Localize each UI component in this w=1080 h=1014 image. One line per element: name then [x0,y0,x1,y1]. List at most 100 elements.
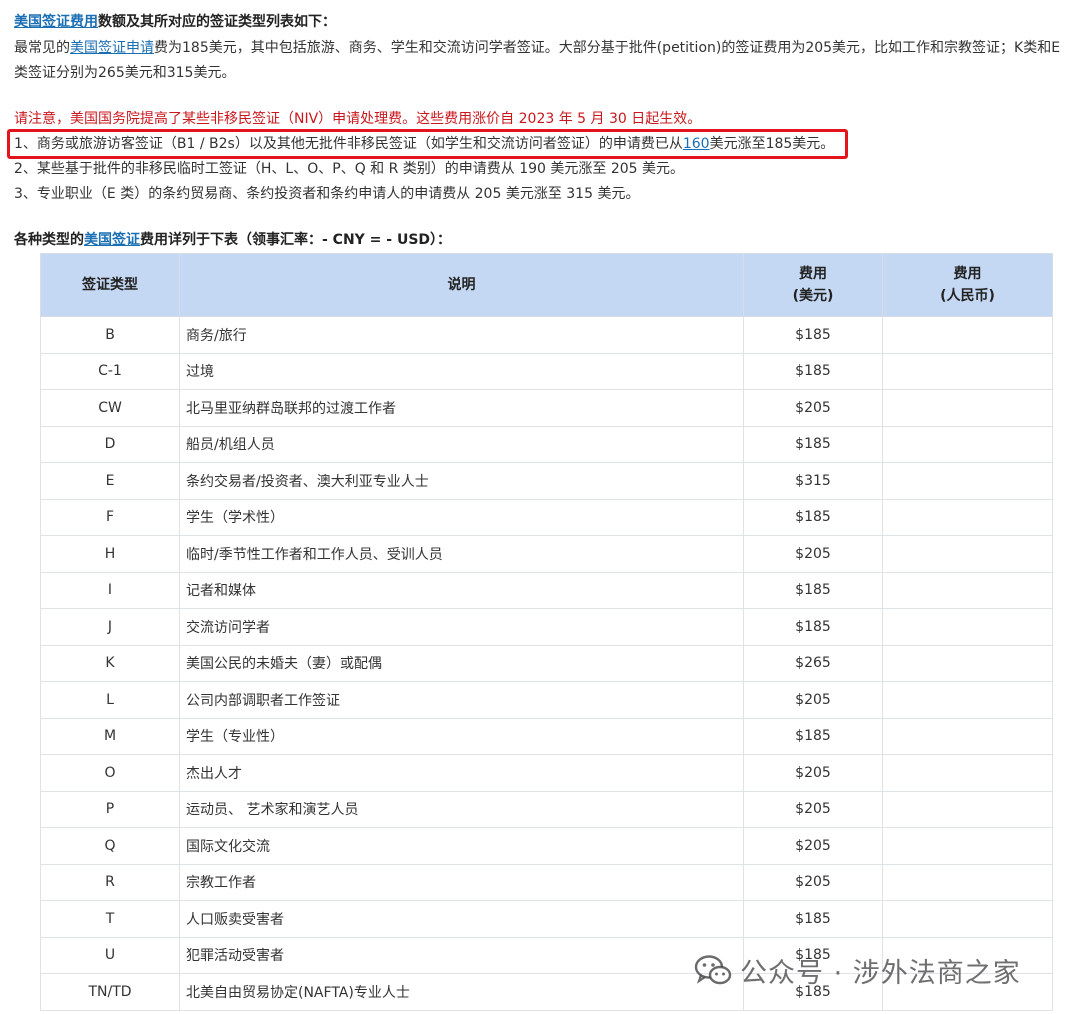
application-link[interactable]: 申请 [126,40,154,56]
description-cell: 宗教工作者 [179,863,744,901]
table-row: I 记者和媒体 $185 [40,571,1053,609]
fee-rmb-cell [882,462,1053,500]
notice-item-2: 2、某些基于批件的非移民临时工签证（H、L、O、P、Q 和 R 类别）的申请费从… [14,157,1074,181]
visa-type-cell: TN/TD [40,973,180,1011]
description-cell: 交流访问学者 [179,608,744,646]
notice-text: 请注意，美国国务院提高了某些非移民签证（NIV）申请处理费。这些费用涨价自 20… [14,111,702,127]
fee-rmb-cell [882,316,1053,354]
header-fee-usd: 费用 (美元) [743,253,883,317]
visa-type-cell: P [40,790,180,828]
visa-type-cell: I [40,571,180,609]
table-row: M 学生（专业性） $185 [40,717,1053,755]
intro-text: 类签证分别为265美元和315美元。 [14,65,236,81]
wechat-icon [694,955,732,985]
description-cell: 记者和媒体 [179,571,744,609]
visa-type-cell: E [40,462,180,500]
fee-usd-cell: $185 [743,900,883,938]
fee-rmb-cell [882,827,1053,865]
table-row: K 美国公民的未婚夫（妻）或配偶 $265 [40,644,1053,682]
table-row: E 条约交易者/投资者、澳大利亚专业人士 $315 [40,462,1053,500]
fee-usd-cell: $265 [743,644,883,682]
fee-rmb-cell [882,498,1053,536]
highlight-box [7,129,848,159]
description-cell: 过境 [179,352,744,390]
visa-type-cell: H [40,535,180,573]
fee-usd-cell: $205 [743,790,883,828]
table-row: Q 国际文化交流 $205 [40,827,1053,865]
table-row: CW 北马里亚纳群岛联邦的过渡工作者 $205 [40,389,1053,427]
visa-fee-link[interactable]: 美国签证费用 [14,14,98,30]
notice-item-3: 3、专业职业（E 类）的条约贸易商、条约投资者和条约申请人的申请费从 205 美… [14,182,1074,206]
table-title: 各种类型的美国签证费用详列于下表（领事汇率：- CNY = - USD）： [14,228,1074,252]
fee-usd-cell: $205 [743,681,883,719]
table-row: L 公司内部调职者工作签证 $205 [40,681,1053,719]
description-cell: 美国公民的未婚夫（妻）或配偶 [179,644,744,682]
fee-rmb-cell [882,571,1053,609]
fee-usd-cell: $185 [743,352,883,390]
intro-text: 费为185美元，其中包括旅游、商务、学生和交流访问学者签证。大部分基于批件(pe… [154,40,1061,56]
table-row: O 杰出人才 $205 [40,754,1053,792]
fee-rmb-cell [882,754,1053,792]
table-row: T 人口贩卖受害者 $185 [40,900,1053,938]
watermark-text: 公众号 · 涉外法商之家 [740,957,1021,989]
description-cell: 人口贩卖受害者 [179,900,744,938]
table-row: P 运动员、 艺术家和演艺人员 $205 [40,790,1053,828]
header-fee-rmb: 费用 (人民币) [882,253,1053,317]
fee-rmb-cell [882,535,1053,573]
visa-type-cell: C-1 [40,352,180,390]
visa-type-cell: J [40,608,180,646]
visa-type-cell: M [40,717,180,755]
fee-usd-cell: $185 [743,571,883,609]
table-title-text: 费用详列于下表（领事汇率：- CNY = - USD）： [140,232,452,248]
table-row: C-1 过境 $185 [40,352,1053,390]
intro-heading-text: 数额及其所对应的签证类型列表如下： [98,14,336,30]
visa-type-cell: K [40,644,180,682]
fee-usd-cell: $205 [743,827,883,865]
visa-type-cell: T [40,900,180,938]
description-cell: 学生（专业性） [179,717,744,755]
fee-rmb-cell [882,900,1053,938]
wechat-watermark: 公众号 · 涉外法商之家 [694,952,1021,989]
table-body: B 商务/旅行 $185 C-1 过境 $185 CW 北马里亚纳群岛联邦的过渡工作者 $205… [40,316,1053,1011]
fee-usd-cell: $315 [743,462,883,500]
visa-type-cell: U [40,936,180,974]
description-cell: 学生（学术性） [179,498,744,536]
notice-item-text: 3、专业职业（E 类）的条约贸易商、条约投资者和条约申请人的申请费从 205 美… [14,186,640,202]
fee-usd-cell: $205 [743,754,883,792]
fee-rmb-cell [882,608,1053,646]
description-cell: 犯罪活动受害者 [179,936,744,974]
description-cell: 北马里亚纳群岛联邦的过渡工作者 [179,389,744,427]
intro-paragraph-line1: 最常见的美国签证申请费为185美元，其中包括旅游、商务、学生和交流访问学者签证。… [14,36,1074,60]
visa-type-cell: Q [40,827,180,865]
us-visa-table-link[interactable]: 美国签证 [84,232,140,248]
table-row: D 船员/机组人员 $185 [40,425,1053,463]
description-cell: 公司内部调职者工作签证 [179,681,744,719]
description-cell: 条约交易者/投资者、澳大利亚专业人士 [179,462,744,500]
fee-rmb-cell [882,389,1053,427]
visa-type-cell: F [40,498,180,536]
fee-rmb-cell [882,425,1053,463]
us-visa-link[interactable]: 美国签证 [70,40,126,56]
header-visa-type: 签证类型 [40,253,180,317]
fee-usd-cell: $205 [743,535,883,573]
description-cell: 商务/旅行 [179,316,744,354]
description-cell: 船员/机组人员 [179,425,744,463]
table-row: J 交流访问学者 $185 [40,608,1053,646]
fee-rmb-cell [882,644,1053,682]
notice-item-text: 2、某些基于批件的非移民临时工签证（H、L、O、P、Q 和 R 类别）的申请费从… [14,161,685,177]
header-description: 说明 [179,253,744,317]
fee-usd-cell: $185 [743,717,883,755]
description-cell: 北美自由贸易协定(NAFTA)专业人士 [179,973,744,1011]
notice-red-line: 请注意，美国国务院提高了某些非移民签证（NIV）申请处理费。这些费用涨价自 20… [14,107,1074,131]
table-row: H 临时/季节性工作者和工作人员、受训人员 $205 [40,535,1053,573]
description-cell: 临时/季节性工作者和工作人员、受训人员 [179,535,744,573]
intro-heading: 美国签证费用数额及其所对应的签证类型列表如下： [14,10,1074,34]
table-header-row: 签证类型 说明 费用 (美元) 费用 (人民币) [40,253,1053,317]
visa-type-cell: D [40,425,180,463]
table-row: F 学生（学术性） $185 [40,498,1053,536]
fee-usd-cell: $185 [743,425,883,463]
fee-rmb-cell [882,717,1053,755]
fee-rmb-cell [882,863,1053,901]
visa-type-cell: L [40,681,180,719]
visa-fee-table: 签证类型 说明 费用 (美元) 费用 (人民币) B 商务/旅行 $185 C-1 过境 $1… [40,253,1053,1011]
